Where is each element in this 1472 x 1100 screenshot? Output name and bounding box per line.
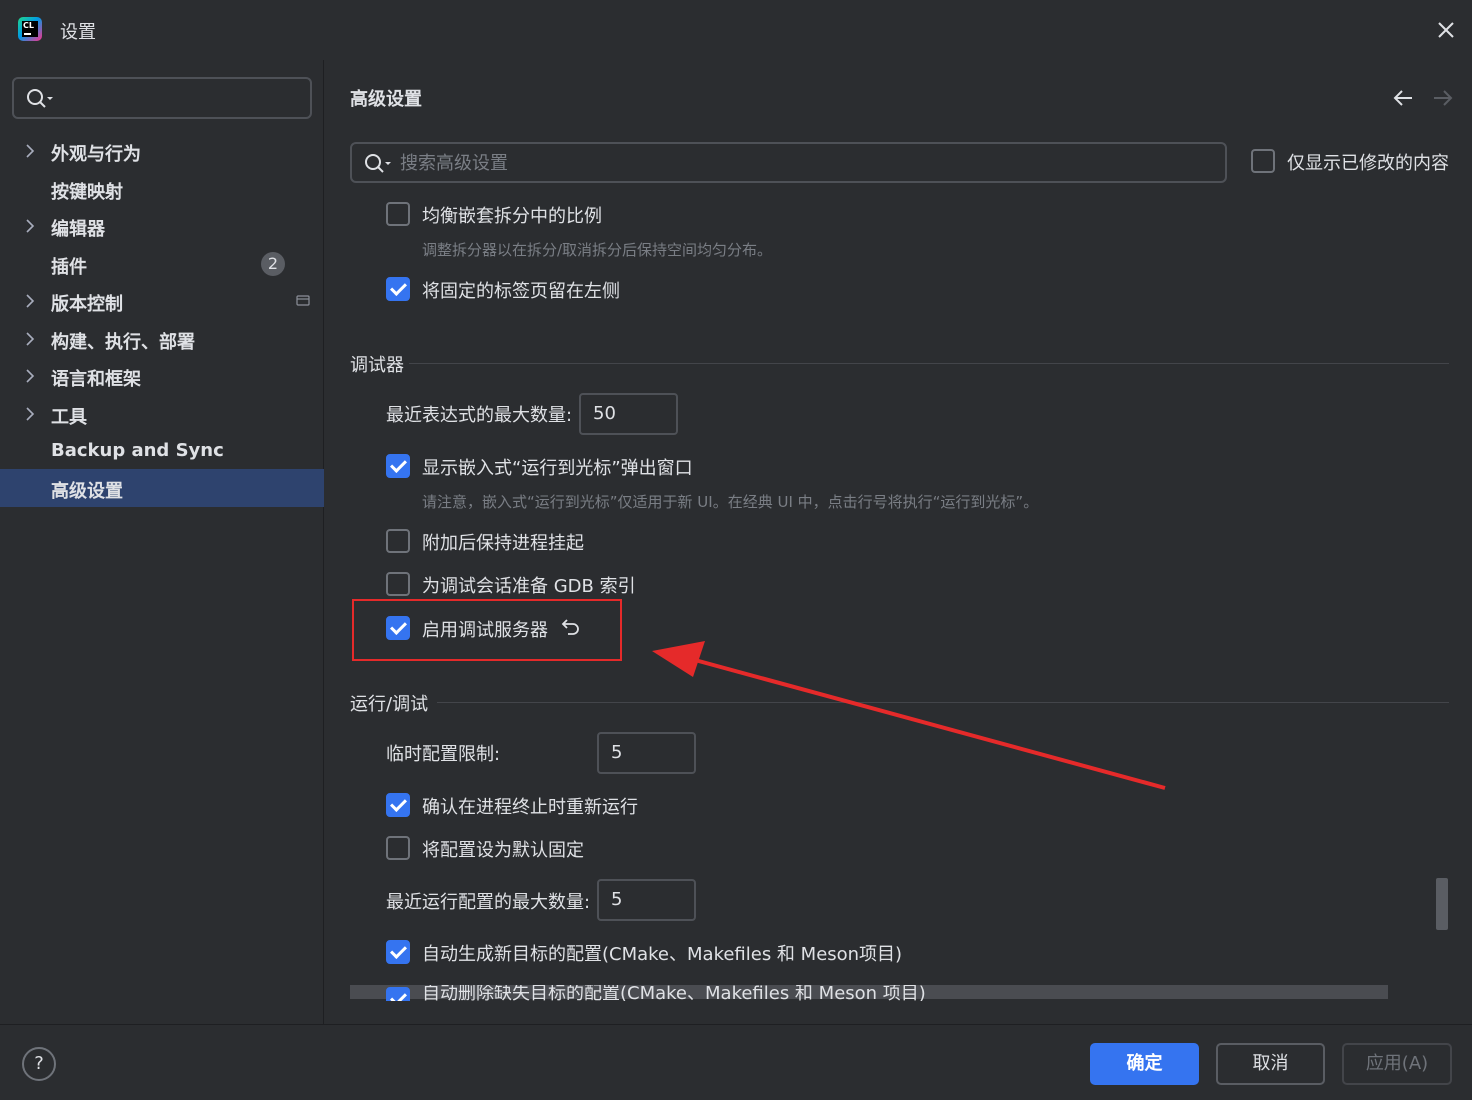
search-icon — [27, 89, 53, 108]
advanced-settings-panel: 高级设置 仅显示已修改的内容 均衡嵌套拆分中的比例 调整拆分器以在拆分/取消拆分… — [325, 60, 1472, 1024]
gdb-index-checkbox[interactable] — [386, 572, 410, 596]
pinned-tabs-left-label: 将固定的标签页留在左侧 — [422, 281, 620, 302]
sidebar-item-languages[interactable]: 语言和框架 — [0, 357, 324, 395]
cancel-button[interactable]: 取消 — [1216, 1043, 1325, 1085]
balance-split-ratio-label: 均衡嵌套拆分中的比例 — [422, 206, 602, 227]
vertical-scrollbar[interactable] — [1436, 878, 1448, 930]
apply-button[interactable]: 应用(A) — [1342, 1043, 1452, 1085]
balance-split-ratio-hint: 调整拆分器以在拆分/取消拆分后保持空间均匀分布。 — [422, 241, 773, 259]
inline-run-to-cursor-checkbox[interactable] — [386, 454, 410, 478]
sidebar-item-label: 高级设置 — [51, 481, 123, 502]
section-title-debugger: 调试器 — [350, 355, 404, 376]
sidebar-item-editor[interactable]: 编辑器 — [0, 207, 324, 245]
confirm-rerun-checkbox[interactable] — [386, 793, 410, 817]
title-bar: CL 设置 — [0, 0, 1472, 60]
sidebar-item-label: Backup and Sync — [51, 440, 224, 461]
auto-generate-configs-label: 自动生成新目标的配置(CMake、Makefiles 和 Meson项目) — [422, 944, 903, 965]
max-recent-run-configs-label: 最近运行配置的最大数量: — [386, 892, 591, 913]
inline-run-to-cursor-hint: 请注意，嵌入式“运行到光标”仅适用于新 UI。在经典 UI 中，点击行号将执行“… — [422, 493, 1039, 511]
temp-config-limit-label: 临时配置限制: — [386, 744, 501, 765]
sidebar-item-label: 外观与行为 — [51, 144, 141, 165]
help-button[interactable]: ? — [22, 1047, 56, 1081]
advanced-search-field[interactable] — [350, 142, 1227, 183]
section-divider — [409, 363, 1449, 364]
show-modified-only-label: 仅显示已修改的内容 — [1287, 153, 1449, 174]
auto-delete-configs-checkbox[interactable] — [386, 987, 410, 1001]
max-recent-run-configs-input[interactable]: 5 — [597, 879, 696, 921]
confirm-rerun-label: 确认在进程终止时重新运行 — [422, 797, 638, 818]
chevron-right-icon — [26, 219, 35, 233]
back-arrow-icon[interactable] — [1392, 88, 1414, 108]
plugins-update-badge: 2 — [261, 252, 285, 276]
sidebar-item-build[interactable]: 构建、执行、部署 — [0, 320, 324, 358]
pin-by-default-checkbox[interactable] — [386, 836, 410, 860]
sidebar-item-advanced-settings[interactable]: 高级设置 — [0, 469, 324, 507]
chevron-right-icon — [26, 332, 35, 346]
keep-suspended-checkbox[interactable] — [386, 529, 410, 553]
section-title-run-debug: 运行/调试 — [350, 694, 429, 715]
sidebar-item-label: 工具 — [51, 407, 87, 428]
sidebar-item-plugins[interactable]: 插件 2 — [0, 245, 324, 283]
page-title: 高级设置 — [350, 89, 422, 110]
chevron-right-icon — [26, 407, 35, 421]
section-divider — [437, 702, 1449, 703]
chevron-right-icon — [26, 369, 35, 383]
close-icon — [1438, 22, 1454, 38]
clion-app-icon: CL — [18, 17, 42, 41]
forward-arrow-icon[interactable] — [1432, 88, 1454, 108]
chevron-right-icon — [26, 294, 35, 308]
max-recent-expressions-input[interactable]: 50 — [579, 393, 678, 435]
auto-generate-configs-checkbox[interactable] — [386, 940, 410, 964]
search-icon — [365, 154, 391, 173]
sidebar-search-input[interactable] — [12, 77, 312, 119]
sidebar-item-backup-sync[interactable]: Backup and Sync — [0, 432, 324, 470]
sidebar-item-tools[interactable]: 工具 — [0, 395, 324, 433]
ok-button[interactable]: 确定 — [1090, 1043, 1199, 1085]
keep-suspended-label: 附加后保持进程挂起 — [422, 533, 584, 554]
chevron-right-icon — [26, 144, 35, 158]
max-recent-expressions-label: 最近表达式的最大数量: — [386, 405, 573, 426]
temp-config-limit-input[interactable]: 5 — [597, 732, 696, 774]
inline-run-to-cursor-label: 显示嵌入式“运行到光标”弹出窗口 — [422, 458, 693, 479]
sidebar: 外观与行为 按键映射 编辑器 插件 2 版本控制 构建、执行、部署 语言和框架 … — [0, 60, 324, 1024]
sidebar-item-keymap[interactable]: 按键映射 — [0, 170, 324, 208]
pin-by-default-label: 将配置设为默认固定 — [422, 840, 584, 861]
sidebar-item-label: 编辑器 — [51, 219, 105, 240]
project-level-icon — [296, 295, 310, 306]
sidebar-item-vcs[interactable]: 版本控制 — [0, 282, 324, 320]
dialog-footer: ? 确定 取消 应用(A) — [0, 1024, 1472, 1100]
sidebar-item-label: 插件 — [51, 257, 87, 278]
gdb-index-label: 为调试会话准备 GDB 索引 — [422, 576, 636, 597]
close-button[interactable] — [1432, 16, 1460, 44]
pinned-tabs-left-checkbox[interactable] — [386, 277, 410, 301]
partial-row: 自动删除缺失目标的配置(CMake、Makefiles 和 Meson 项目) — [350, 985, 1388, 1001]
sidebar-item-label: 构建、执行、部署 — [51, 332, 195, 353]
sidebar-item-label: 语言和框架 — [51, 369, 141, 390]
sidebar-item-label: 按键映射 — [51, 182, 123, 203]
sidebar-item-appearance[interactable]: 外观与行为 — [0, 132, 324, 170]
window-title: 设置 — [60, 22, 96, 43]
advanced-search-input[interactable] — [400, 150, 1200, 176]
annotation-highlight-box — [352, 599, 622, 661]
auto-delete-configs-label: 自动删除缺失目标的配置(CMake、Makefiles 和 Meson 项目) — [422, 985, 926, 1001]
sidebar-item-label: 版本控制 — [51, 294, 123, 315]
balance-split-ratio-checkbox[interactable] — [386, 202, 410, 226]
show-modified-only-checkbox[interactable] — [1251, 149, 1275, 173]
